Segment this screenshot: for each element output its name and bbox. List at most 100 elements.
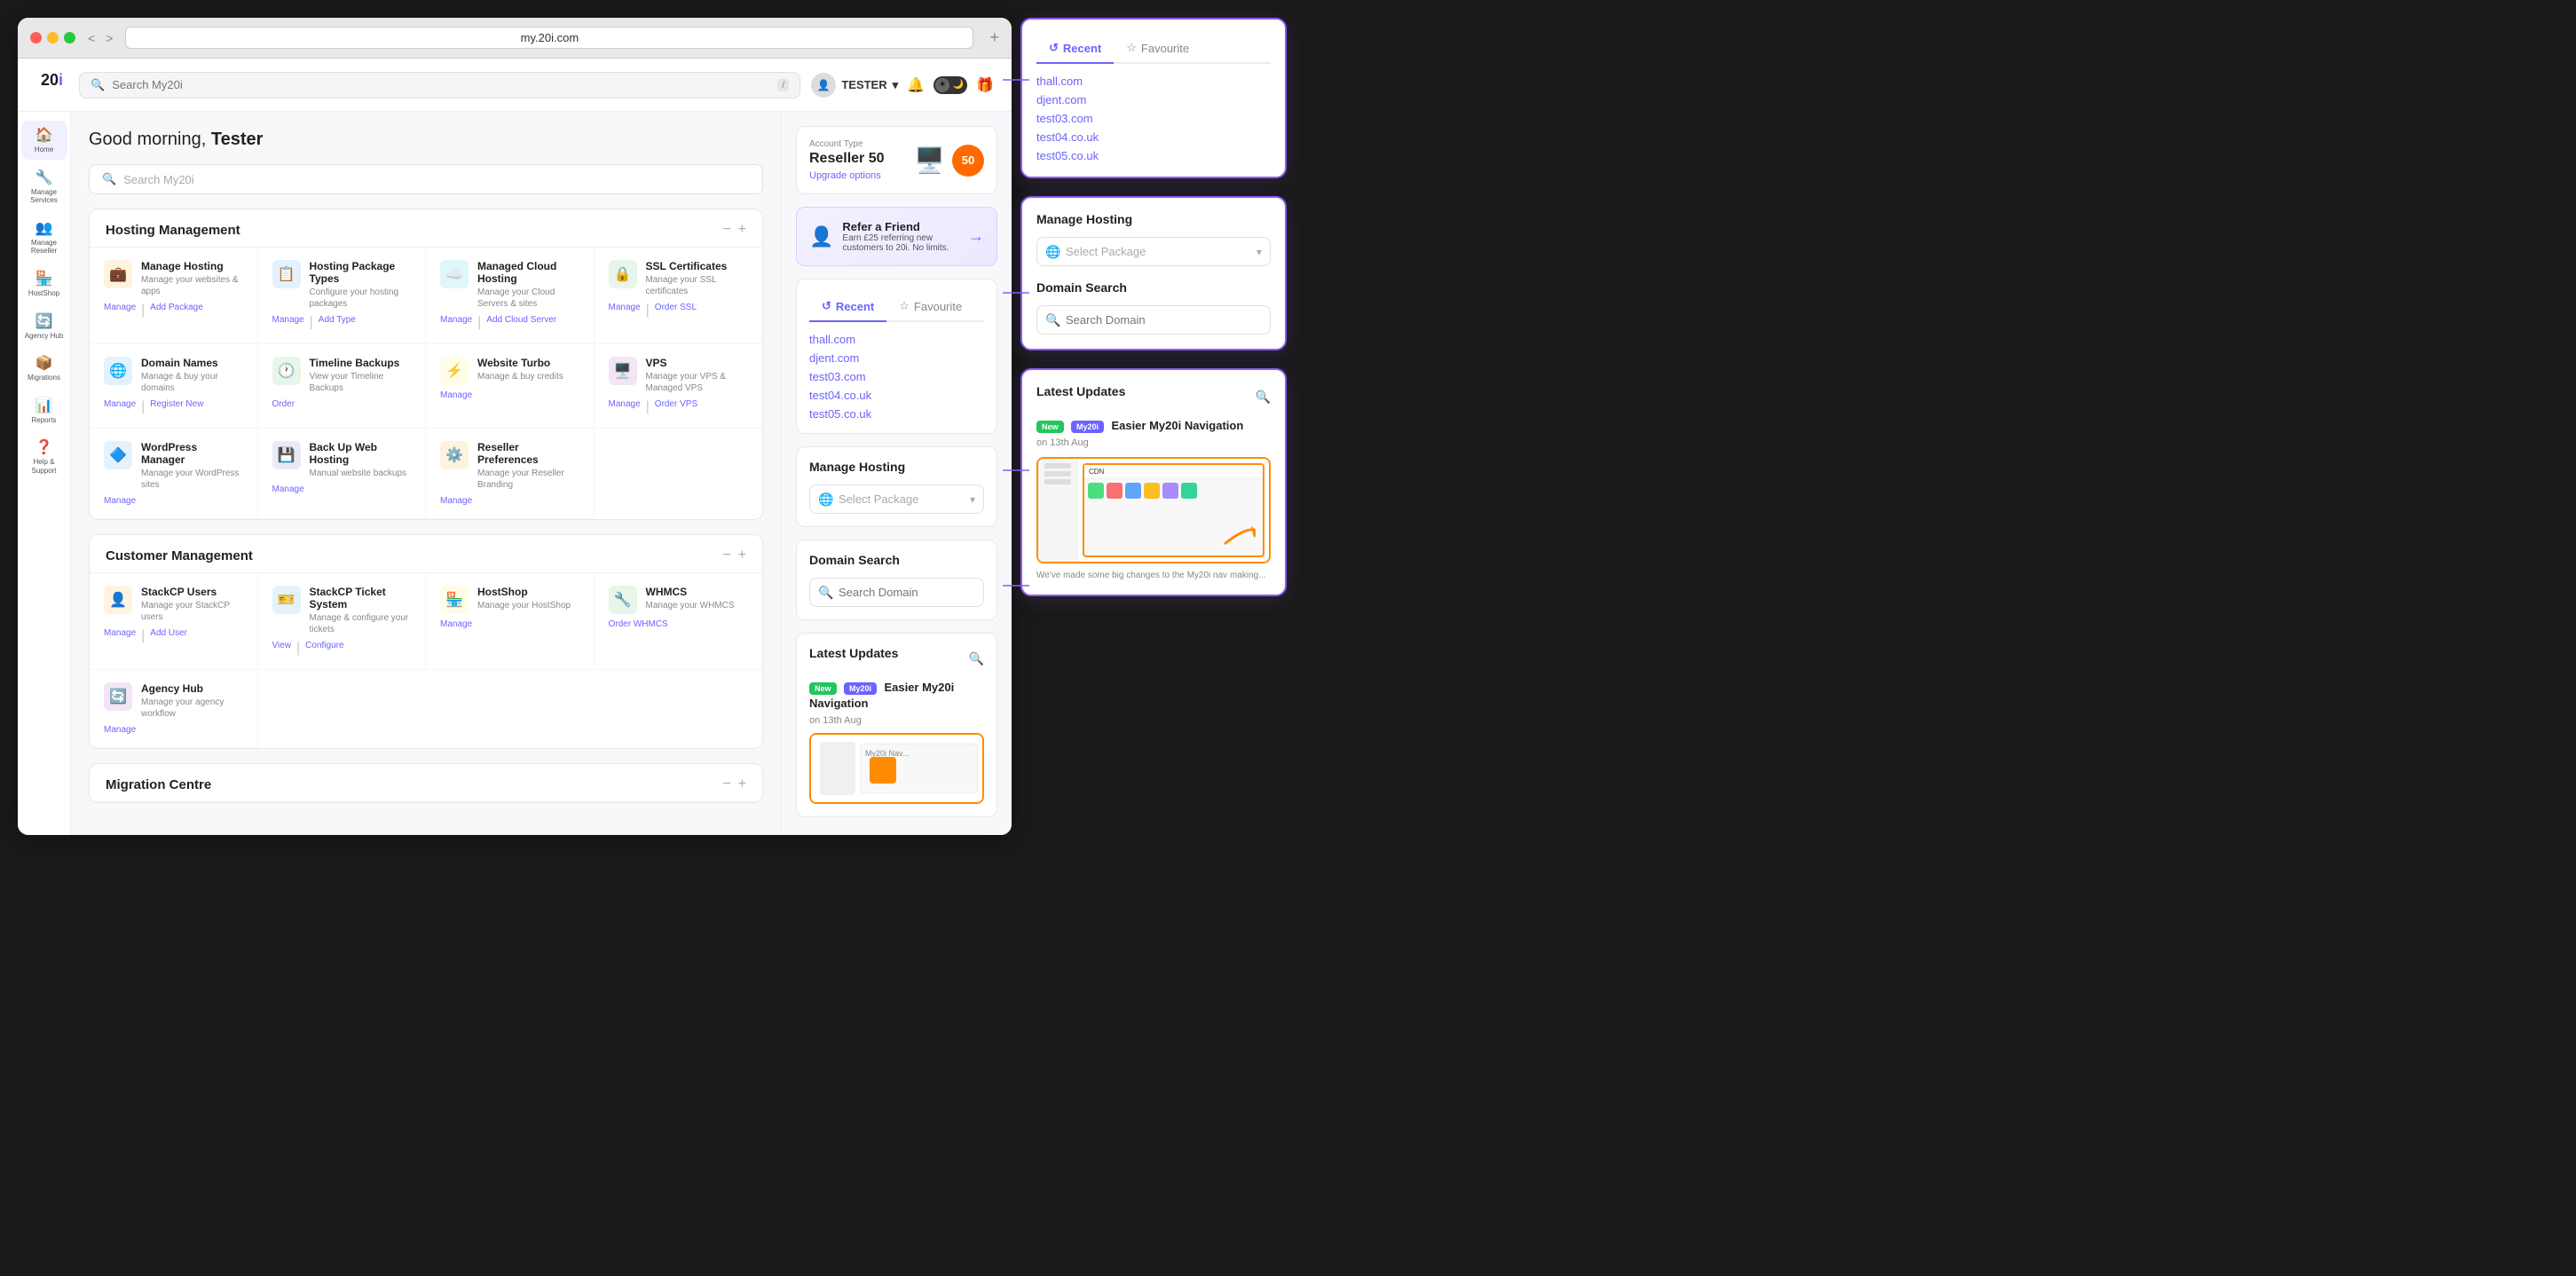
item-whmcs[interactable]: 🔧 WHMCS Manage your WHMCS Order WHMCS: [595, 573, 763, 670]
domain-link[interactable]: test05.co.uk: [809, 407, 984, 421]
manage-link[interactable]: Manage: [104, 725, 136, 735]
manage-link[interactable]: Manage: [272, 484, 304, 494]
item-website-turbo[interactable]: ⚡ Website Turbo Manage & buy credits Man…: [426, 344, 595, 429]
item-domain-names[interactable]: 🌐 Domain Names Manage & buy your domains…: [90, 344, 258, 429]
manage-link[interactable]: Manage: [104, 496, 136, 506]
domain-link[interactable]: test04.co.uk: [1036, 130, 1271, 144]
manage-link[interactable]: Manage: [609, 399, 641, 415]
item-manage-hosting[interactable]: 💼 Manage Hosting Manage your websites & …: [90, 248, 258, 344]
close-button[interactable]: [30, 32, 42, 43]
expanded-tab-recent[interactable]: ↺ Recent: [1036, 34, 1114, 64]
latest-updates-search-btn[interactable]: 🔍: [969, 651, 984, 666]
manage-link[interactable]: Manage: [609, 303, 641, 319]
upgrade-link[interactable]: Upgrade options: [809, 170, 885, 181]
manage-link[interactable]: Manage: [440, 390, 472, 400]
url-bar[interactable]: my.20i.com: [125, 27, 973, 49]
manage-link[interactable]: Manage: [440, 496, 472, 506]
expand-icon[interactable]: +: [738, 547, 746, 563]
section-controls-customer[interactable]: − +: [722, 547, 746, 563]
minimize-button[interactable]: [47, 32, 59, 43]
configure-link[interactable]: Configure: [305, 641, 343, 657]
global-search-input[interactable]: [112, 78, 770, 91]
back-arrow[interactable]: <: [84, 29, 98, 47]
global-search-bar[interactable]: 🔍 /: [79, 72, 800, 98]
dark-theme-btn[interactable]: 🌙: [951, 78, 965, 92]
collapse-icon[interactable]: −: [722, 547, 730, 563]
expanded-domain-search-input[interactable]: [1036, 305, 1271, 335]
theme-toggle[interactable]: ☀ 🌙: [934, 76, 967, 94]
view-link[interactable]: View: [272, 641, 292, 657]
expanded-domain-search-wrap[interactable]: 🔍: [1036, 305, 1271, 335]
section-controls-hosting[interactable]: − +: [722, 222, 746, 238]
expanded-tab-favourite[interactable]: ☆ Favourite: [1114, 34, 1201, 64]
sidebar-item-agency-hub[interactable]: 🔄 Agency Hub: [21, 307, 67, 346]
manage-link[interactable]: Manage: [104, 303, 136, 319]
sidebar-item-manage-reseller[interactable]: 👥 Manage Reseller: [21, 214, 67, 261]
order-link[interactable]: Order: [272, 399, 295, 409]
item-timeline-backups[interactable]: 🕐 Timeline Backups View your Timeline Ba…: [258, 344, 427, 429]
sidebar-item-home[interactable]: 🏠 Home: [21, 121, 67, 160]
manage-link[interactable]: Manage: [104, 399, 136, 415]
refer-a-friend-card[interactable]: 👤 Refer a Friend Earn £25 referring new …: [796, 207, 997, 266]
sidebar-item-help-support[interactable]: ❓ Help & Support: [21, 433, 67, 480]
user-info[interactable]: 👤 TESTER ▾: [811, 73, 898, 98]
sidebar-item-reports[interactable]: 📊 Reports: [21, 391, 67, 430]
gift-icon[interactable]: 🎁: [976, 76, 994, 94]
add-type-link[interactable]: Add Type: [319, 315, 356, 331]
item-hostshop-customer[interactable]: 🏪 HostShop Manage your HostShop Manage: [426, 573, 595, 670]
select-package-wrap[interactable]: 🌐 Select Package ▾: [809, 484, 984, 514]
manage-link[interactable]: Manage: [104, 628, 136, 644]
domain-link[interactable]: djent.com: [809, 351, 984, 365]
manage-link[interactable]: Manage: [272, 315, 304, 331]
maximize-button[interactable]: [64, 32, 75, 43]
item-stackcp-ticket-system[interactable]: 🎫 StackCP Ticket System Manage & configu…: [258, 573, 427, 670]
item-ssl-certificates[interactable]: 🔒 SSL Certificates Manage your SSL certi…: [595, 248, 763, 344]
order-vps-link[interactable]: Order VPS: [655, 399, 697, 415]
item-vps[interactable]: 🖥️ VPS Manage your VPS & Managed VPS Man…: [595, 344, 763, 429]
domain-link[interactable]: test03.com: [1036, 112, 1271, 125]
sidebar-item-hostshop[interactable]: 🏪 HostShop: [21, 264, 67, 303]
sidebar-item-migrations[interactable]: 📦 Migrations: [21, 349, 67, 388]
expanded-select-package-dropdown[interactable]: Select Package: [1036, 237, 1271, 266]
tab-recent[interactable]: ↺ Recent: [809, 292, 886, 322]
item-wordpress-manager[interactable]: 🔷 WordPress Manager Manage your WordPres…: [90, 429, 258, 519]
updates-search-btn[interactable]: 🔍: [1256, 390, 1271, 405]
sidebar-item-manage-services[interactable]: 🔧 Manage Services: [21, 163, 67, 210]
domain-search-wrap[interactable]: 🔍: [809, 578, 984, 607]
order-whmcs-link[interactable]: Order WHMCS: [609, 619, 668, 629]
domain-link[interactable]: test03.com: [809, 370, 984, 383]
expanded-select-package-wrap[interactable]: 🌐 Select Package ▾: [1036, 237, 1271, 266]
add-user-link[interactable]: Add User: [150, 628, 187, 644]
item-managed-cloud-hosting[interactable]: ☁️ Managed Cloud Hosting Manage your Clo…: [426, 248, 595, 344]
domain-link[interactable]: thall.com: [1036, 75, 1271, 88]
domain-link[interactable]: djent.com: [1036, 93, 1271, 106]
manage-link[interactable]: Manage: [440, 315, 472, 331]
item-hosting-package-types[interactable]: 📋 Hosting Package Types Configure your h…: [258, 248, 427, 344]
order-ssl-link[interactable]: Order SSL: [655, 303, 697, 319]
expand-icon[interactable]: +: [738, 776, 746, 792]
manage-link[interactable]: Manage: [440, 619, 472, 629]
domain-link[interactable]: thall.com: [809, 333, 984, 346]
tab-favourite[interactable]: ☆ Favourite: [886, 292, 974, 322]
collapse-icon[interactable]: −: [722, 222, 730, 238]
add-package-link[interactable]: Add Package: [150, 303, 203, 319]
collapse-icon[interactable]: −: [722, 776, 730, 792]
notifications-icon[interactable]: 🔔: [907, 76, 925, 94]
domain-search-input[interactable]: [809, 578, 984, 607]
refer-arrow-icon[interactable]: →: [968, 227, 984, 246]
new-tab-button[interactable]: +: [989, 28, 999, 47]
register-new-link[interactable]: Register New: [150, 399, 203, 415]
content-search[interactable]: 🔍 Search My20i: [89, 164, 763, 194]
item-reseller-preferences[interactable]: ⚙️ Reseller Preferences Manage your Rese…: [426, 429, 595, 519]
select-package-dropdown[interactable]: Select Package: [809, 484, 984, 514]
item-backup-web-hosting[interactable]: 💾 Back Up Web Hosting Manual website bac…: [258, 429, 427, 519]
domain-link[interactable]: test05.co.uk: [1036, 149, 1271, 162]
light-theme-btn[interactable]: ☀: [935, 78, 949, 92]
domain-link[interactable]: test04.co.uk: [809, 389, 984, 402]
section-controls-migration[interactable]: − +: [722, 776, 746, 792]
item-stackcp-users[interactable]: 👤 StackCP Users Manage your StackCP user…: [90, 573, 258, 670]
forward-arrow[interactable]: >: [102, 29, 116, 47]
item-agency-hub-customer[interactable]: 🔄 Agency Hub Manage your agency workflow…: [90, 670, 258, 748]
expand-icon[interactable]: +: [738, 222, 746, 238]
add-cloud-server-link[interactable]: Add Cloud Server: [486, 315, 556, 331]
